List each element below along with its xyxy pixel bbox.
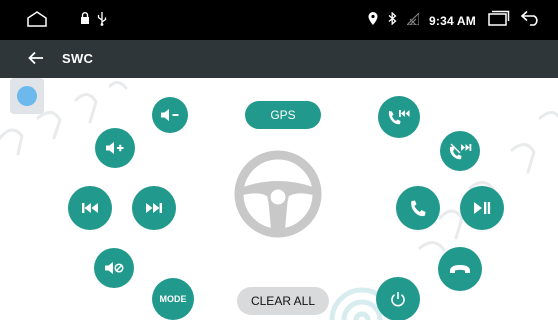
volume-up-button[interactable] (95, 128, 135, 168)
clear-all-button[interactable]: CLEAR ALL (237, 287, 329, 315)
mute-button[interactable] (94, 248, 134, 288)
call-previous-button[interactable] (378, 96, 420, 138)
back-arrow-icon (28, 51, 43, 65)
status-bar-right: 9:34 AM (368, 10, 542, 31)
lock-icon (80, 12, 90, 30)
call-next-icon (449, 143, 472, 160)
gps-button[interactable]: GPS (245, 101, 321, 129)
answer-call-button[interactable] (396, 186, 440, 230)
next-track-icon (146, 203, 162, 213)
play-pause-button[interactable] (460, 186, 504, 230)
volume-up-icon (106, 142, 124, 154)
touch-indicator (10, 78, 44, 114)
back-arrow-icon[interactable] (520, 10, 542, 31)
location-icon (368, 11, 378, 30)
bluetooth-icon (388, 11, 397, 30)
page-title: SWC (62, 51, 94, 66)
back-button[interactable] (28, 51, 44, 70)
previous-track-button[interactable] (68, 186, 112, 230)
answer-call-icon (411, 200, 426, 217)
home-outline-icon[interactable] (26, 11, 48, 32)
hang-up-icon (450, 265, 470, 273)
mute-icon (105, 262, 124, 274)
volume-down-button[interactable] (152, 97, 188, 133)
recents-icon[interactable] (486, 10, 510, 31)
title-bar: SWC (0, 40, 558, 78)
previous-track-icon (82, 203, 98, 213)
hang-up-button[interactable] (438, 247, 482, 291)
no-signal-icon (405, 11, 420, 30)
steering-wheel-icon (234, 150, 322, 238)
power-icon (391, 292, 405, 307)
mode-button[interactable]: MODE (152, 278, 194, 320)
mode-icon: MODE (159, 294, 187, 304)
status-bar: 9:34 AM (0, 0, 558, 40)
call-previous-icon (388, 110, 410, 125)
volume-down-icon (161, 109, 179, 121)
next-track-button[interactable] (132, 186, 176, 230)
play-pause-icon (474, 202, 491, 214)
power-button[interactable] (376, 277, 420, 320)
usb-icon (97, 12, 107, 31)
status-time: 9:34 AM (429, 13, 476, 28)
call-next-button[interactable] (440, 131, 480, 171)
